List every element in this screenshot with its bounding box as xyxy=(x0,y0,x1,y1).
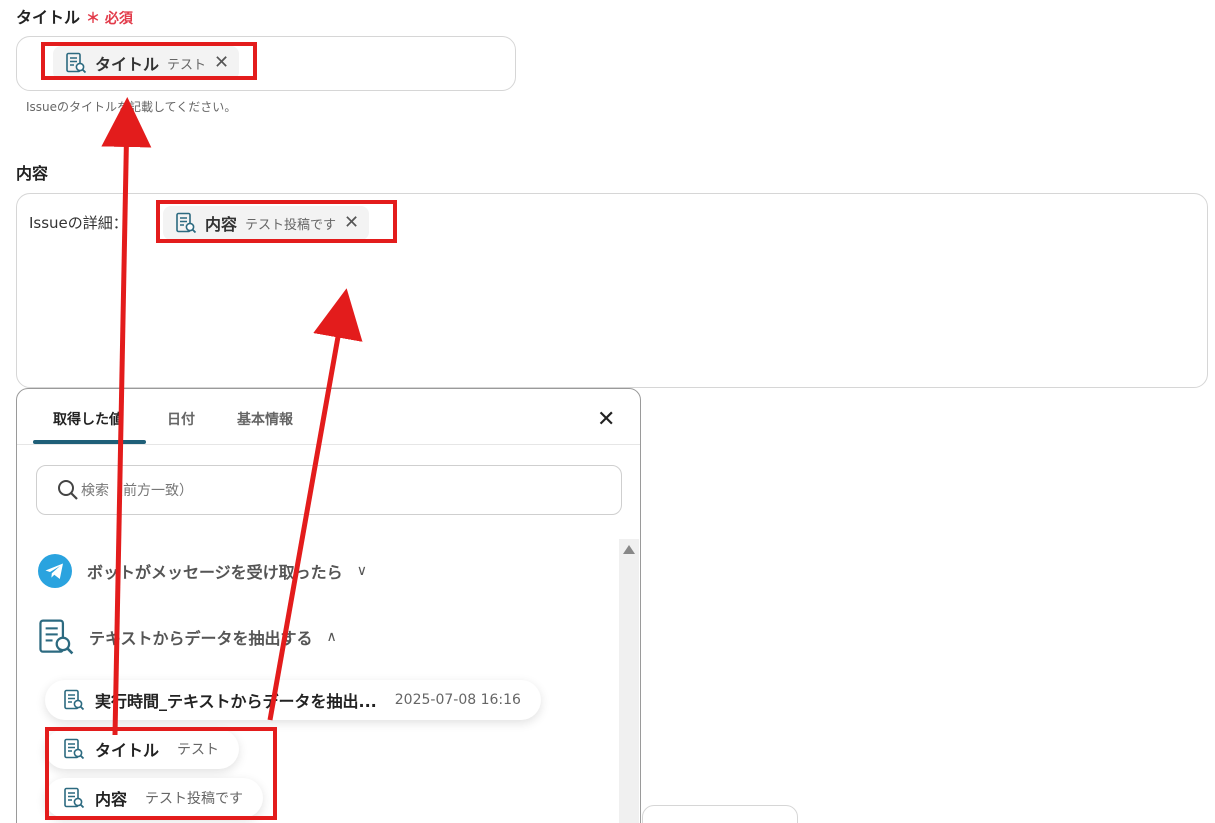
close-icon[interactable]: ✕ xyxy=(214,54,229,72)
partial-field-box[interactable] xyxy=(642,805,798,823)
section-bot-message[interactable]: ボットがメッセージを受け取ったら ∨ xyxy=(37,553,367,589)
tab-acquired-values[interactable]: 取得した値 xyxy=(53,409,123,429)
doc-search-icon xyxy=(63,738,85,760)
section-extract-text[interactable]: テキストからデータを抽出する ∧ xyxy=(37,618,337,656)
close-icon[interactable]: ✕ xyxy=(344,214,359,232)
section-label: ボットがメッセージを受け取ったら xyxy=(87,563,343,582)
section-label: テキストからデータを抽出する xyxy=(89,629,313,648)
search-input[interactable] xyxy=(81,479,601,503)
chevron-up-icon: ∧ xyxy=(326,629,337,645)
scroll-up-arrow-icon[interactable] xyxy=(623,545,635,554)
content-chip-value: テスト投稿です xyxy=(245,217,337,233)
item-value: 2025-07-08 16:16 xyxy=(394,692,521,708)
telegram-icon xyxy=(37,553,73,589)
search-icon xyxy=(58,480,78,500)
close-icon[interactable]: ✕ xyxy=(597,407,615,432)
tab-date[interactable]: 日付 xyxy=(167,409,195,429)
doc-search-icon xyxy=(37,618,75,656)
list-item-title[interactable]: タイトル テスト xyxy=(45,729,240,769)
content-chip-label: 内容 xyxy=(205,215,238,234)
title-input[interactable]: タイトル テスト ✕ xyxy=(16,36,516,91)
item-label: 内容 xyxy=(95,790,128,809)
item-label: タイトル xyxy=(95,741,160,760)
required-badge: ＊ 必須 xyxy=(86,11,133,27)
panel-tabs: 取得した値 日付 基本情報 ✕ xyxy=(17,389,640,445)
list-item-exec-time[interactable]: 実行時間_テキストからデータを抽出... 2025-07-08 16:16 xyxy=(45,680,541,720)
chevron-down-icon: ∨ xyxy=(356,563,367,579)
variable-picker-panel: 取得した値 日付 基本情報 ✕ ボットがメッセージを受け取ったら ∨ テキストか… xyxy=(16,388,641,823)
title-chip-value: テスト xyxy=(167,57,207,73)
content-field-label: 内容 xyxy=(16,164,49,183)
active-tab-indicator xyxy=(33,440,146,444)
title-field-label: タイトル＊ 必須 xyxy=(16,8,133,27)
item-value: テスト投稿です xyxy=(145,791,244,807)
search-field[interactable] xyxy=(36,465,622,515)
item-value: テスト xyxy=(177,742,220,758)
item-label: 実行時間_テキストからデータを抽出... xyxy=(95,692,377,711)
content-textarea[interactable]: Issueの詳細： 内容 テスト投稿です ✕ xyxy=(16,193,1208,388)
title-variable-chip[interactable]: タイトル テスト ✕ xyxy=(53,46,240,80)
doc-search-icon xyxy=(63,787,85,809)
doc-search-icon xyxy=(175,212,197,234)
doc-search-icon xyxy=(63,689,85,711)
doc-search-icon xyxy=(65,52,87,74)
title-hint: Issueのタイトルを記載してください。 xyxy=(26,100,237,114)
content-variable-chip[interactable]: 内容 テスト投稿です ✕ xyxy=(163,206,370,240)
scrollbar[interactable] xyxy=(619,539,639,823)
tab-basic-info[interactable]: 基本情報 xyxy=(237,409,293,429)
content-prefix-text: Issueの詳細： xyxy=(29,214,128,232)
title-chip-label: タイトル xyxy=(95,55,160,74)
list-item-content[interactable]: 内容 テスト投稿です xyxy=(45,778,264,818)
